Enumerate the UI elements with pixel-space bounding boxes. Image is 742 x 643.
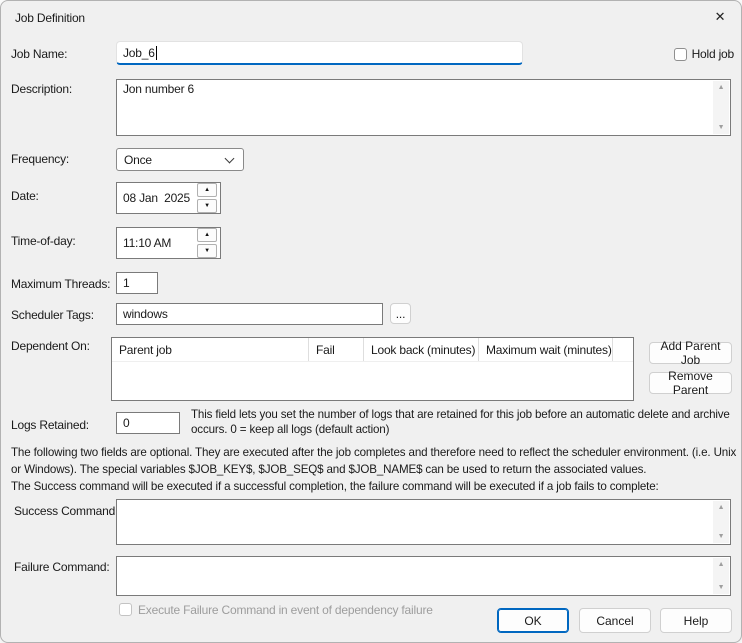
scroll-down-icon[interactable]: ▼ — [718, 533, 725, 540]
browse-tags-button[interactable]: ... — [390, 303, 411, 324]
date-value: 08 Jan 2025 — [117, 191, 197, 205]
job-name-input[interactable]: Job_6 — [116, 41, 523, 65]
maximum-threads-value: 1 — [123, 276, 129, 290]
date-spin-down-button[interactable]: ▼ — [197, 199, 217, 213]
spin-up-icon: ▲ — [204, 187, 210, 193]
logs-retained-label: Logs Retained: — [11, 418, 89, 432]
time-spin-down-button[interactable]: ▼ — [197, 244, 217, 258]
scroll-down-icon[interactable]: ▼ — [718, 124, 725, 131]
dependent-on-table[interactable]: Parent job Fail Look back (minutes) Maxi… — [111, 337, 634, 401]
failure-command-textarea[interactable]: ▲ ▼ — [116, 556, 731, 596]
spin-down-icon: ▼ — [204, 203, 210, 209]
column-header-maximum-wait[interactable]: Maximum wait (minutes) — [479, 338, 613, 361]
failure-command-scrollbar[interactable]: ▲ ▼ — [713, 558, 729, 594]
description-value: Jon number 6 — [123, 82, 710, 133]
success-command-label: Success Command: — [14, 504, 118, 518]
frequency-dropdown[interactable]: Once — [116, 148, 244, 171]
success-command-textarea[interactable]: ▲ ▼ — [116, 499, 731, 545]
frequency-label: Frequency: — [11, 152, 69, 166]
add-parent-job-button[interactable]: Add Parent Job — [649, 342, 732, 364]
time-of-day-label: Time-of-day: — [11, 234, 76, 248]
remove-parent-button[interactable]: Remove Parent — [649, 372, 732, 394]
scheduler-tags-input[interactable]: windows — [116, 303, 383, 325]
help-button[interactable]: Help — [660, 608, 732, 633]
date-label: Date: — [11, 189, 39, 203]
note-command-execution: The Success command will be executed if … — [11, 479, 739, 496]
maximum-threads-label: Maximum Threads: — [11, 277, 110, 291]
date-spinner[interactable]: 08 Jan 2025 ▲ ▼ — [116, 182, 221, 214]
close-button[interactable]: ✕ — [703, 3, 737, 31]
time-spin-up-button[interactable]: ▲ — [197, 228, 217, 242]
maximum-threads-input[interactable]: 1 — [116, 272, 158, 294]
description-scrollbar[interactable]: ▲ ▼ — [713, 81, 729, 134]
text-caret — [156, 46, 157, 60]
job-name-label: Job Name: — [11, 47, 67, 61]
frequency-value: Once — [124, 153, 152, 167]
dependency-failure-label: Execute Failure Command in event of depe… — [138, 603, 433, 617]
column-header-parent-job[interactable]: Parent job — [112, 338, 309, 361]
note-optional-fields: The following two fields are optional. T… — [11, 445, 739, 478]
cancel-button[interactable]: Cancel — [579, 608, 651, 633]
hold-job-label: Hold job — [692, 47, 734, 61]
dependent-on-label: Dependent On: — [11, 339, 90, 353]
job-name-value: Job_6 — [123, 46, 155, 60]
column-header-fail[interactable]: Fail — [309, 338, 364, 361]
failure-command-value — [123, 559, 710, 593]
header-divider — [112, 361, 633, 362]
date-spin-up-button[interactable]: ▲ — [197, 183, 217, 197]
scheduler-tags-label: Scheduler Tags: — [11, 308, 94, 322]
time-of-day-value: 11:10 AM — [117, 236, 197, 250]
scheduler-tags-value: windows — [123, 307, 168, 321]
close-icon: ✕ — [715, 9, 726, 25]
logs-retained-help: This field lets you set the number of lo… — [191, 407, 737, 437]
hold-job-checkbox[interactable] — [674, 48, 687, 61]
success-command-value — [123, 502, 710, 542]
ok-button[interactable]: OK — [497, 608, 569, 633]
scroll-up-icon[interactable]: ▲ — [718, 504, 725, 511]
column-header-spacer — [613, 338, 633, 361]
scroll-up-icon[interactable]: ▲ — [718, 561, 725, 568]
column-header-look-back[interactable]: Look back (minutes) — [364, 338, 479, 361]
scroll-up-icon[interactable]: ▲ — [718, 84, 725, 91]
spin-up-icon: ▲ — [204, 232, 210, 238]
hold-job-group: Hold job — [674, 47, 734, 61]
scroll-down-icon[interactable]: ▼ — [718, 584, 725, 591]
success-command-scrollbar[interactable]: ▲ ▼ — [713, 501, 729, 543]
description-textarea[interactable]: Jon number 6 ▲ ▼ — [116, 79, 731, 136]
job-definition-dialog: Job Definition ✕ Job Name: Job_6 Hold jo… — [0, 0, 742, 643]
ellipsis-icon: ... — [396, 307, 405, 321]
dependency-failure-checkbox[interactable] — [119, 603, 132, 616]
window-title: Job Definition — [15, 11, 85, 25]
chevron-down-icon — [225, 154, 235, 164]
time-of-day-spinner[interactable]: 11:10 AM ▲ ▼ — [116, 227, 221, 259]
description-label: Description: — [11, 82, 72, 96]
spin-down-icon: ▼ — [204, 248, 210, 254]
logs-retained-value: 0 — [123, 416, 129, 430]
failure-command-label: Failure Command: — [14, 560, 110, 574]
logs-retained-input[interactable]: 0 — [116, 412, 180, 434]
